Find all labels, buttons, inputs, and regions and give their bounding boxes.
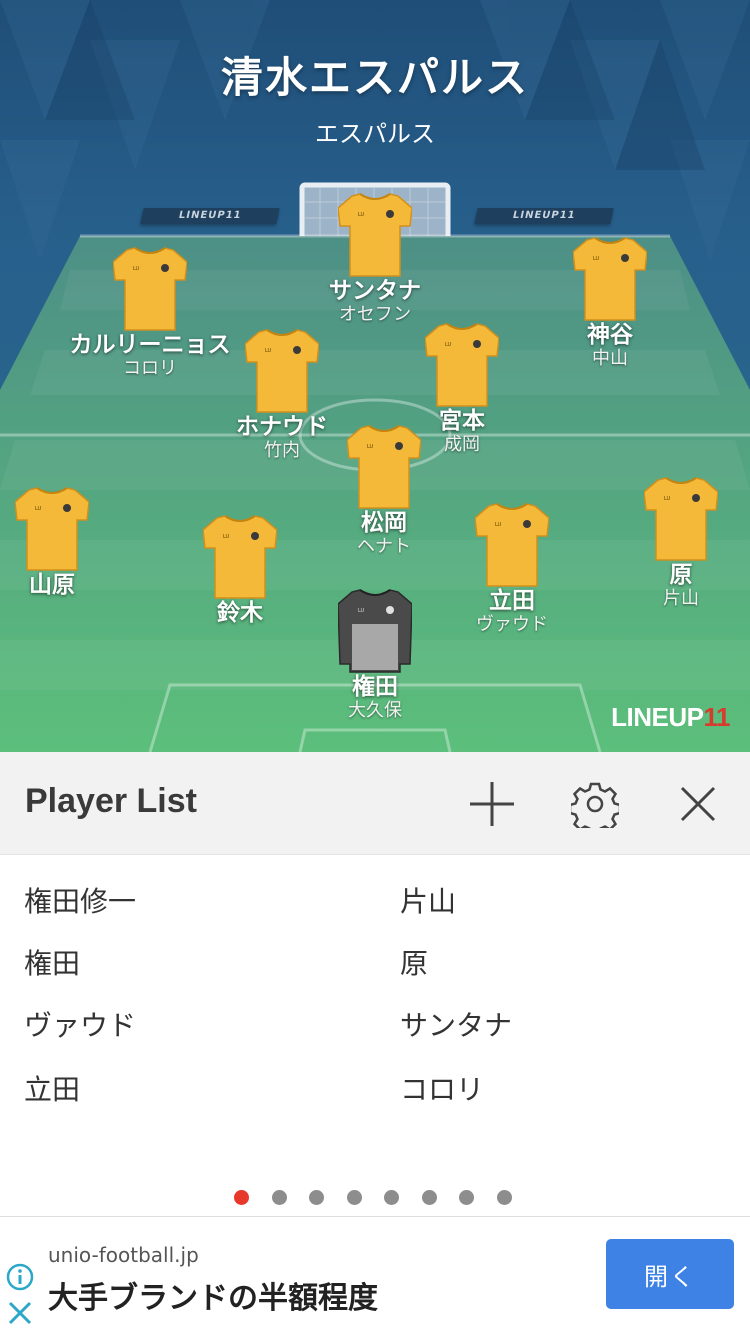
list-item[interactable]: サンタナ (400, 1004, 512, 1044)
ad-domain: unio-football.jp (48, 1243, 199, 1267)
page-dot-active[interactable] (234, 1190, 249, 1205)
gear-icon (571, 782, 619, 828)
jersey-icon: LU (425, 323, 499, 407)
list-item[interactable]: 権田 (24, 942, 80, 982)
player-card[interactable]: LU サンタナ オセフン (275, 192, 475, 326)
plus-icon (470, 782, 514, 826)
svg-text:LU: LU (664, 496, 671, 502)
svg-text:LU: LU (35, 506, 42, 512)
svg-text:LU: LU (358, 212, 365, 218)
page-dot[interactable] (347, 1190, 362, 1205)
player-card[interactable]: LU 山原 (0, 486, 152, 598)
page-dot[interactable] (272, 1190, 287, 1205)
list-item[interactable]: 原 (400, 942, 428, 982)
player-card[interactable]: LU 原 片山 (581, 476, 750, 610)
jersey-icon: LU (347, 425, 421, 509)
list-item[interactable]: ヴァウド (24, 1004, 136, 1044)
close-button[interactable] (670, 776, 726, 832)
ad-banner[interactable]: unio-football.jp 大手ブランドの半額程度 開く (0, 1216, 750, 1335)
list-item[interactable]: 権田修一 (24, 880, 136, 920)
list-item[interactable]: 立田 (24, 1068, 80, 1108)
player-name: サンタナ (329, 278, 421, 304)
close-icon (680, 786, 716, 822)
svg-text:LU: LU (223, 534, 230, 540)
page-dot[interactable] (459, 1190, 474, 1205)
page-indicator (0, 1188, 750, 1208)
jersey-icon: LU (15, 487, 89, 571)
svg-text:LU: LU (133, 266, 140, 272)
player-sub-name: 片山 (663, 588, 699, 609)
player-name: 山原 (29, 572, 75, 598)
list-item[interactable]: コロリ (400, 1068, 484, 1108)
player-name: 原 (669, 562, 693, 588)
player-list-title: Player List (25, 782, 197, 820)
goalkeeper-jersey-icon: LU (338, 589, 412, 673)
team-title: 清水エスパルス (220, 53, 529, 102)
player-name: 権田 (352, 674, 398, 700)
ad-open-button[interactable]: 開く (606, 1239, 734, 1309)
svg-text:LU: LU (265, 348, 272, 354)
settings-button[interactable] (567, 776, 623, 832)
svg-text:LU: LU (358, 608, 365, 614)
svg-text:LU: LU (367, 444, 374, 450)
page-dot[interactable] (422, 1190, 437, 1205)
info-icon[interactable] (6, 1263, 34, 1291)
list-item[interactable]: 片山 (400, 880, 456, 920)
jersey-icon: LU (475, 503, 549, 587)
ad-headline: 大手ブランドの半額程度 (48, 1281, 378, 1316)
player-sub-name: 大久保 (348, 700, 402, 721)
close-icon[interactable] (6, 1299, 34, 1327)
svg-text:LU: LU (445, 342, 452, 348)
jersey-icon: LU (644, 477, 718, 561)
svg-text:LU: LU (495, 522, 502, 528)
player-card[interactable]: LU 権田 大久保 (275, 588, 475, 722)
svg-text:LU: LU (593, 256, 600, 262)
jersey-icon: LU (338, 193, 412, 277)
page-dot[interactable] (384, 1190, 399, 1205)
team-subtitle: エスパルス (315, 120, 435, 148)
lineup11-logo: LINEUP11 (611, 702, 730, 732)
jersey-icon: LU (113, 247, 187, 331)
jersey-icon: LU (245, 329, 319, 413)
lineup-board: 清水エスパルス エスパルス LINEUP11 LINEUP11 LU サンタナ … (0, 0, 750, 752)
jersey-icon: LU (573, 237, 647, 321)
add-player-button[interactable] (464, 776, 520, 832)
player-list-header: Player List (0, 752, 750, 855)
page-dot[interactable] (497, 1190, 512, 1205)
page-dot[interactable] (309, 1190, 324, 1205)
jersey-icon: LU (203, 515, 277, 599)
